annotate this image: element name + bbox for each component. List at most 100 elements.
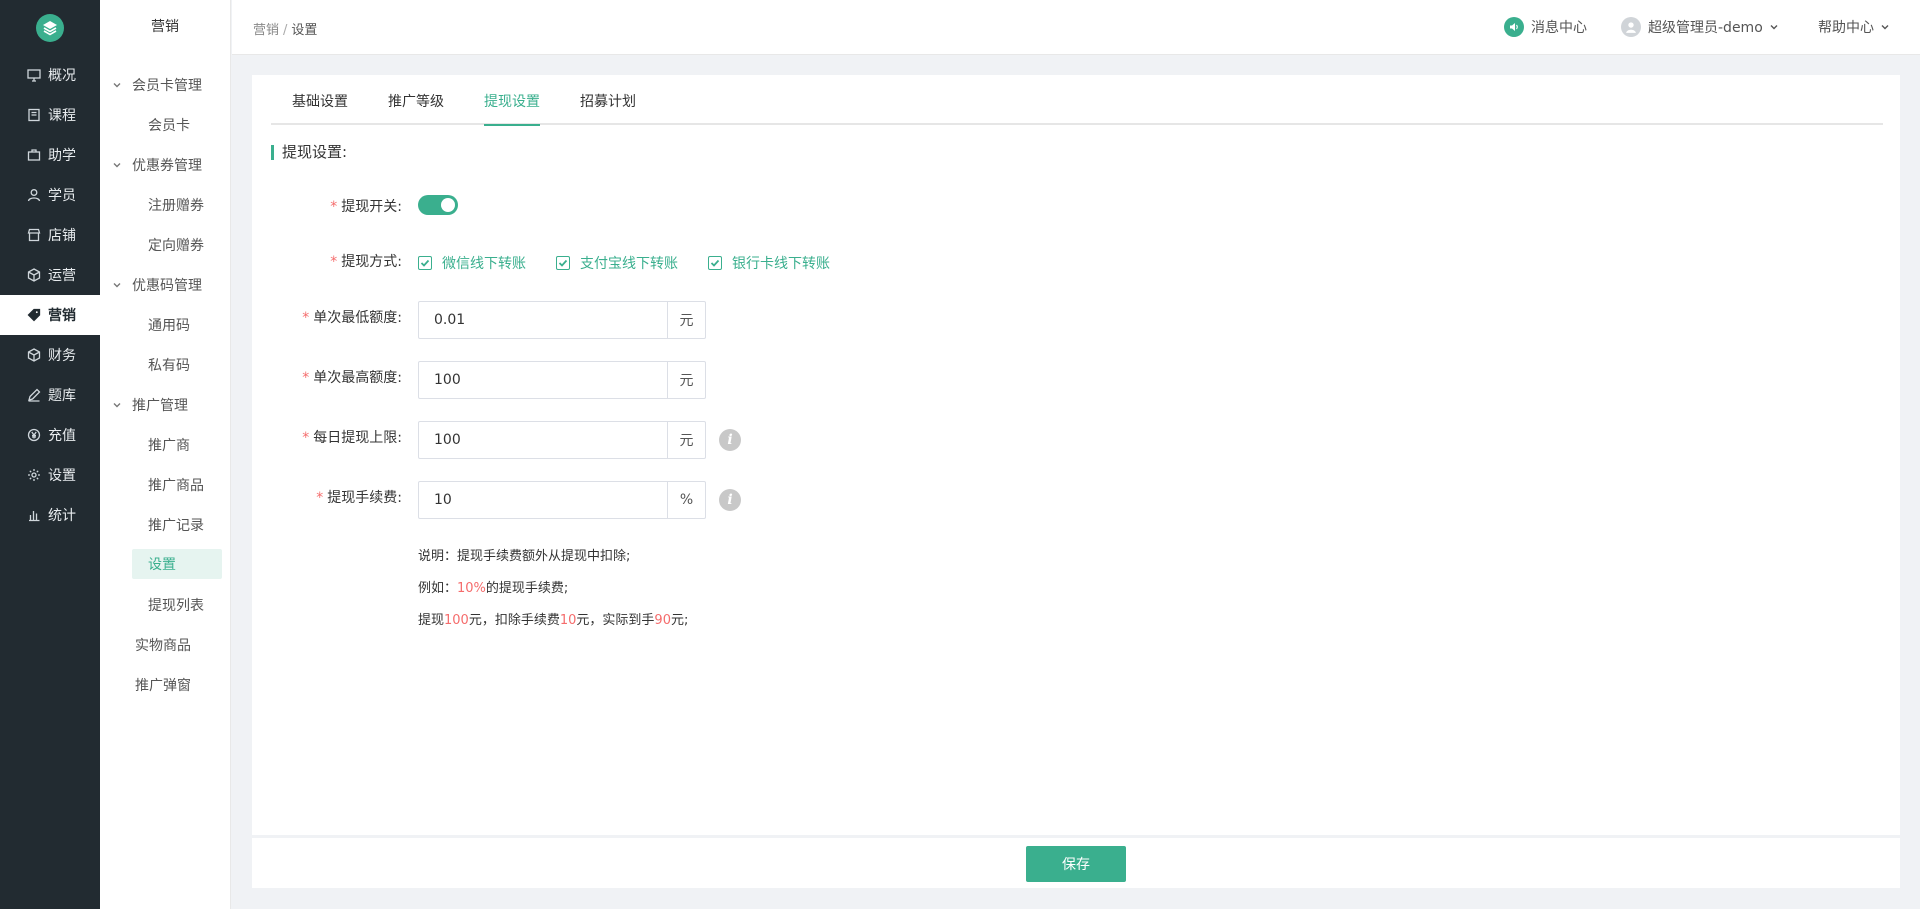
switch-knob — [441, 198, 455, 212]
min-amount-unit: 元 — [667, 302, 705, 338]
rail-item-label: 运营 — [48, 268, 76, 284]
sidebar-item-withdraw-list[interactable]: 提现列表 — [132, 590, 222, 620]
bar-chart-icon — [26, 507, 42, 523]
rail-item-assist[interactable]: 助学 — [0, 135, 100, 175]
help-center-menu[interactable]: 帮助中心 — [1818, 17, 1890, 37]
cube-icon — [26, 347, 42, 363]
required-mark: * — [302, 370, 310, 386]
fee-label-text: 提现手续费: — [327, 490, 402, 506]
sidebar-item-private-code[interactable]: 私有码 — [132, 350, 222, 380]
checkbox-alipay[interactable]: 支付宝线下转账 — [556, 253, 678, 273]
sidebar-item-label: 实物商品 — [135, 638, 191, 654]
rail-item-settings[interactable]: 设置 — [0, 455, 100, 495]
sidebar-group-label: 优惠券管理 — [132, 158, 202, 174]
message-center-link[interactable]: 消息中心 — [1504, 17, 1587, 37]
save-button[interactable]: 保存 — [1026, 846, 1126, 882]
max-amount-label-text: 单次最高额度: — [313, 370, 402, 386]
tag-icon — [26, 307, 42, 323]
note-highlight: 10 — [559, 613, 577, 628]
sidebar-item-member-card[interactable]: 会员卡 — [132, 110, 222, 140]
avatar — [1621, 17, 1641, 37]
rail-item-statistics[interactable]: 统计 — [0, 495, 100, 535]
sidebar-item-label: 通用码 — [148, 318, 190, 334]
breadcrumb-separator: / — [283, 23, 288, 38]
chevron-down-icon — [112, 80, 122, 90]
rail-item-marketing[interactable]: 营销 — [0, 295, 100, 335]
tab-basic-settings[interactable]: 基础设置 — [292, 91, 348, 124]
sidebar-group-promotion[interactable]: 推广管理 — [100, 385, 230, 425]
chevron-down-icon — [112, 280, 122, 290]
sidebar-item-promo-popup[interactable]: 推广弹窗 — [100, 665, 230, 705]
checkbox-wechat[interactable]: 微信线下转账 — [418, 253, 526, 273]
breadcrumb-item[interactable]: 营销 — [253, 23, 279, 38]
fee-input[interactable] — [419, 482, 667, 518]
min-amount-label: * 单次最低额度: — [252, 307, 402, 327]
required-mark: * — [302, 430, 310, 446]
yen-icon — [26, 427, 42, 443]
pen-icon — [26, 387, 42, 403]
message-center-label: 消息中心 — [1531, 20, 1587, 36]
sidebar-item-promo-records[interactable]: 推广记录 — [132, 510, 222, 540]
min-amount-input[interactable] — [419, 302, 667, 338]
sidebar-item-promo-settings[interactable]: 设置 — [132, 549, 222, 579]
max-amount-group: 元 — [418, 361, 706, 399]
daily-limit-group: 元 — [418, 421, 706, 459]
fee-group: % — [418, 481, 706, 519]
checkbox-bank-card[interactable]: 银行卡线下转账 — [708, 253, 830, 273]
rail-item-course[interactable]: 课程 — [0, 95, 100, 135]
user-name: 超级管理员-demo — [1648, 20, 1763, 36]
note-text: 例如： — [418, 581, 458, 596]
switch-label: * 提现开关: — [252, 196, 402, 216]
switch-label-text: 提现开关: — [341, 199, 402, 215]
rail-item-recharge[interactable]: 充值 — [0, 415, 100, 455]
footer-bar: 保存 — [252, 838, 1900, 888]
sidebar-item-promoters[interactable]: 推广商 — [132, 430, 222, 460]
tab-recruit-plan[interactable]: 招募计划 — [580, 91, 636, 124]
note-text: 元，扣除手续费 — [468, 613, 560, 628]
rail-item-question-bank[interactable]: 题库 — [0, 375, 100, 415]
method-label: * 提现方式: — [252, 251, 402, 271]
sidebar-item-physical-goods[interactable]: 实物商品 — [100, 625, 230, 665]
sidebar-item-targeted-coupon[interactable]: 定向赠券 — [132, 230, 222, 260]
breadcrumb: 营销 / 设置 — [253, 19, 317, 38]
secondary-sidebar: 营销 会员卡管理 会员卡 优惠券管理 注册赠券 定向赠券 优惠码管理 通用码 私… — [100, 0, 231, 909]
tab-withdraw-settings[interactable]: 提现设置 — [484, 91, 540, 126]
daily-limit-input[interactable] — [419, 422, 667, 458]
sidebar-item-label: 注册赠券 — [148, 198, 204, 214]
info-icon[interactable]: i — [719, 489, 741, 511]
sidebar-group-promo-code[interactable]: 优惠码管理 — [100, 265, 230, 305]
info-icon[interactable]: i — [719, 429, 741, 451]
logo-icon — [43, 21, 57, 36]
rail-item-students[interactable]: 学员 — [0, 175, 100, 215]
sidebar-item-label: 会员卡 — [148, 118, 190, 134]
settings-panel: 基础设置 推广等级 提现设置 招募计划 提现设置: * 提现开关: * 提现方式: … — [252, 75, 1900, 835]
max-amount-input[interactable] — [419, 362, 667, 398]
tab-bar: 基础设置 推广等级 提现设置 招募计划 — [271, 75, 1883, 126]
withdraw-switch[interactable] — [418, 195, 458, 215]
user-menu[interactable]: 超级管理员-demo — [1621, 17, 1779, 37]
note-text: 元，实际到手 — [576, 613, 655, 628]
rail-item-operations[interactable]: 运营 — [0, 255, 100, 295]
tab-promo-levels[interactable]: 推广等级 — [388, 91, 444, 124]
sidebar-group-member-card[interactable]: 会员卡管理 — [100, 65, 230, 105]
sidebar-group-label: 会员卡管理 — [132, 78, 202, 94]
note-line-3: 提现100元，扣除手续费10元，实际到手90元; — [418, 609, 688, 628]
sidebar-item-register-coupon[interactable]: 注册赠券 — [132, 190, 222, 220]
sidebar-item-label: 私有码 — [148, 358, 190, 374]
sidebar-group-coupon[interactable]: 优惠券管理 — [100, 145, 230, 185]
rail-item-finance[interactable]: 财务 — [0, 335, 100, 375]
daily-limit-label-text: 每日提现上限: — [313, 430, 402, 446]
rail-item-overview[interactable]: 概况 — [0, 55, 100, 95]
sidebar-item-general-code[interactable]: 通用码 — [132, 310, 222, 340]
app-logo[interactable] — [36, 14, 64, 42]
check-icon — [708, 256, 722, 270]
book-icon — [26, 107, 42, 123]
rail-item-label: 学员 — [48, 188, 76, 204]
rail-item-store[interactable]: 店铺 — [0, 215, 100, 255]
sidebar-item-promo-products[interactable]: 推广商品 — [132, 470, 222, 500]
required-mark: * — [302, 310, 310, 326]
note-text: 提现 — [418, 613, 445, 628]
sidebar-item-label: 定向赠券 — [148, 238, 204, 254]
chevron-down-icon — [1769, 22, 1779, 32]
daily-limit-unit: 元 — [667, 422, 705, 458]
